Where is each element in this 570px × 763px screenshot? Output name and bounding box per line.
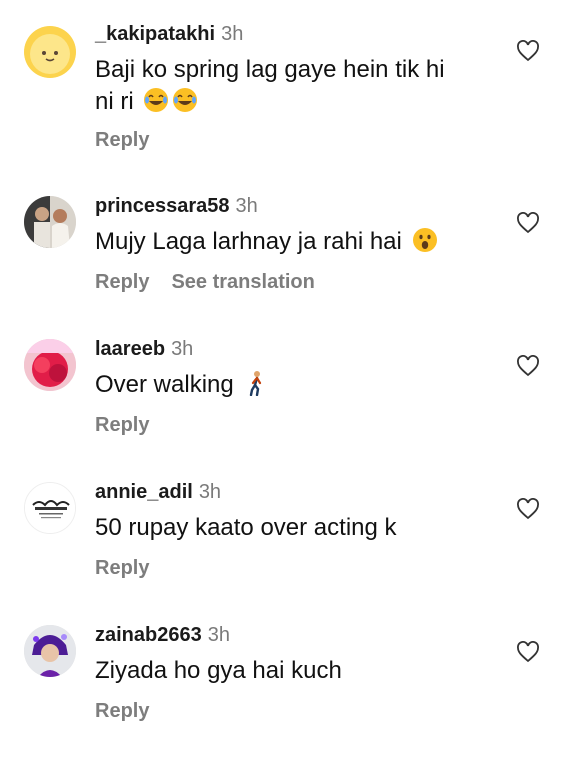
avatar[interactable] — [24, 339, 76, 391]
comment-item: _kakipatakhi 3h Baji ko spring lag gaye h… — [0, 22, 570, 162]
reply-button[interactable]: Reply — [95, 414, 149, 436]
reply-button[interactable]: Reply — [95, 271, 149, 293]
heart-outline-icon — [517, 355, 539, 377]
avatar[interactable] — [24, 482, 76, 534]
timestamp: 3h — [198, 481, 222, 503]
comment-text: Ziyada ho gya hai kuch — [95, 655, 495, 687]
timestamp: 3h — [207, 624, 230, 646]
comment-text-line: Mujy Laga larhnay ja rahi hai — [95, 228, 402, 255]
avatar[interactable] — [24, 625, 76, 677]
tears-of-joy-emoji-icon — [143, 87, 169, 113]
reply-button[interactable]: Reply — [95, 557, 149, 579]
username[interactable]: _kakipatakhi — [95, 23, 215, 45]
username[interactable]: annie_adil — [95, 481, 193, 503]
heart-outline-icon — [517, 641, 539, 663]
comment-actions: Reply — [95, 413, 171, 437]
timestamp: 3h — [235, 195, 258, 217]
comment-item: annie_adil 3h 50 rupay kaato over acting … — [0, 480, 570, 590]
username[interactable]: zainab2663 — [95, 624, 202, 646]
heart-outline-icon — [517, 212, 539, 234]
comment-actions: Reply See translation — [95, 270, 337, 294]
comment-text: Baji ko spring lag gaye hein tik hi ni r… — [95, 54, 495, 118]
reply-button[interactable]: Reply — [95, 700, 149, 722]
comment-actions: Reply — [95, 128, 171, 152]
username[interactable]: princessara58 — [95, 195, 230, 217]
timestamp: 3h — [221, 23, 244, 45]
person-walking-emoji-icon — [243, 370, 269, 396]
comment-text-line: ni ri — [95, 88, 134, 115]
open-mouth-emoji-icon — [412, 227, 438, 253]
comment-meta: annie_adil 3h — [95, 480, 221, 504]
avatar[interactable] — [24, 26, 76, 78]
comment-meta: princessara58 3h — [95, 194, 258, 218]
comment-text-line: 50 rupay kaato over acting k — [95, 514, 397, 541]
comment-item: laareeb 3h Over walking Reply — [0, 337, 570, 447]
reply-button[interactable]: Reply — [95, 129, 149, 151]
tears-of-joy-emoji-icon — [172, 87, 198, 113]
comment-meta: _kakipatakhi 3h — [95, 22, 243, 46]
comment-actions: Reply — [95, 556, 171, 580]
like-button[interactable] — [516, 641, 540, 663]
like-button[interactable] — [516, 40, 540, 62]
username[interactable]: laareeb — [95, 338, 165, 360]
comment-text: Over walking — [95, 369, 495, 401]
comment-item: zainab2663 3h Ziyada ho gya hai kuch Repl… — [0, 623, 570, 733]
comment-item: princessara58 3h Mujy Laga larhnay ja rah… — [0, 194, 570, 304]
like-button[interactable] — [516, 355, 540, 377]
see-translation-button[interactable]: See translation — [171, 271, 314, 293]
comment-text-line: Ziyada ho gya hai kuch — [95, 657, 342, 684]
comment-actions: Reply — [95, 699, 171, 723]
comment-meta: laareeb 3h — [95, 337, 193, 361]
like-button[interactable] — [516, 212, 540, 234]
comment-text: 50 rupay kaato over acting k — [95, 512, 495, 544]
comment-text-line: Over walking — [95, 371, 234, 398]
like-button[interactable] — [516, 498, 540, 520]
heart-outline-icon — [517, 498, 539, 520]
avatar[interactable] — [24, 196, 76, 248]
comment-meta: zainab2663 3h — [95, 623, 230, 647]
heart-outline-icon — [517, 40, 539, 62]
comment-text-line: Baji ko spring lag gaye hein tik hi — [95, 56, 445, 83]
comment-text: Mujy Laga larhnay ja rahi hai — [95, 226, 495, 258]
timestamp: 3h — [171, 338, 194, 360]
